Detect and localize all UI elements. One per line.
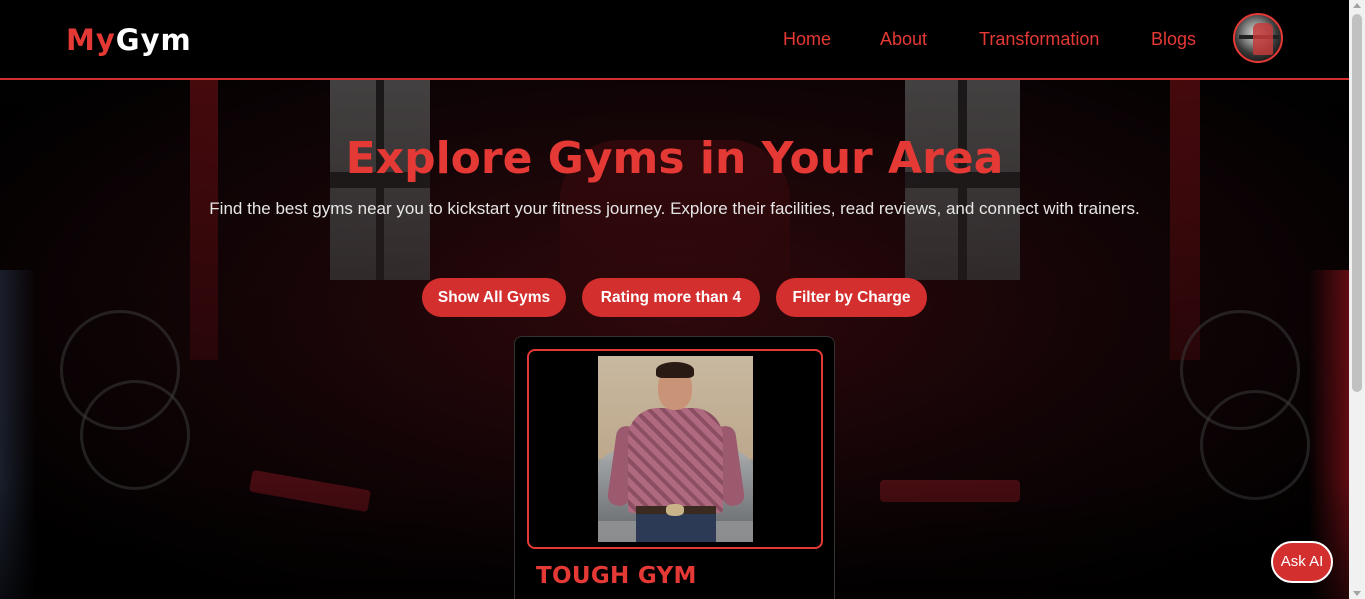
bg-pillar-left [190,80,218,360]
nav-blogs[interactable]: Blogs [1151,28,1196,50]
user-avatar[interactable] [1233,13,1283,63]
brand-logo[interactable]: MyGym [66,22,192,58]
logo-my: My [66,23,116,57]
navbar: MyGym Home About Transformation Blogs [0,0,1349,80]
ask-ai-button[interactable]: Ask AI [1271,541,1333,583]
logo-gym: Gym [115,23,192,57]
photo-buckle-shape [666,504,684,516]
show-all-gyms-button[interactable]: Show All Gyms [422,278,566,317]
bg-pillar-right [1170,80,1200,360]
nav-about[interactable]: About [880,28,927,50]
photo-shirt-shape [628,408,723,513]
bg-plate-2 [80,380,190,490]
scroll-down-arrow-icon[interactable] [1353,591,1361,596]
page-title: Explore Gyms in Your Area [345,133,1004,184]
page-scrollbar[interactable] [1349,0,1365,599]
hero-section: Explore Gyms in Your Area Find the best … [0,80,1349,599]
gym-card-title: TOUGH GYM [536,563,697,589]
gym-card[interactable]: TOUGH GYM [514,336,835,599]
gym-card-photo [598,356,753,542]
nav-transformation[interactable]: Transformation [979,28,1099,50]
nav-home[interactable]: Home [783,28,831,50]
charge-filter-button[interactable]: Filter by Charge [776,278,927,317]
rating-filter-button[interactable]: Rating more than 4 [582,278,760,317]
page-subtitle: Find the best gyms near you to kickstart… [209,199,1140,218]
scroll-up-arrow-icon[interactable] [1353,3,1361,8]
scroll-thumb[interactable] [1352,14,1362,392]
photo-hair-shape [656,362,694,378]
gym-card-image-frame [527,349,823,549]
avatar-figure-shape [1253,23,1273,55]
